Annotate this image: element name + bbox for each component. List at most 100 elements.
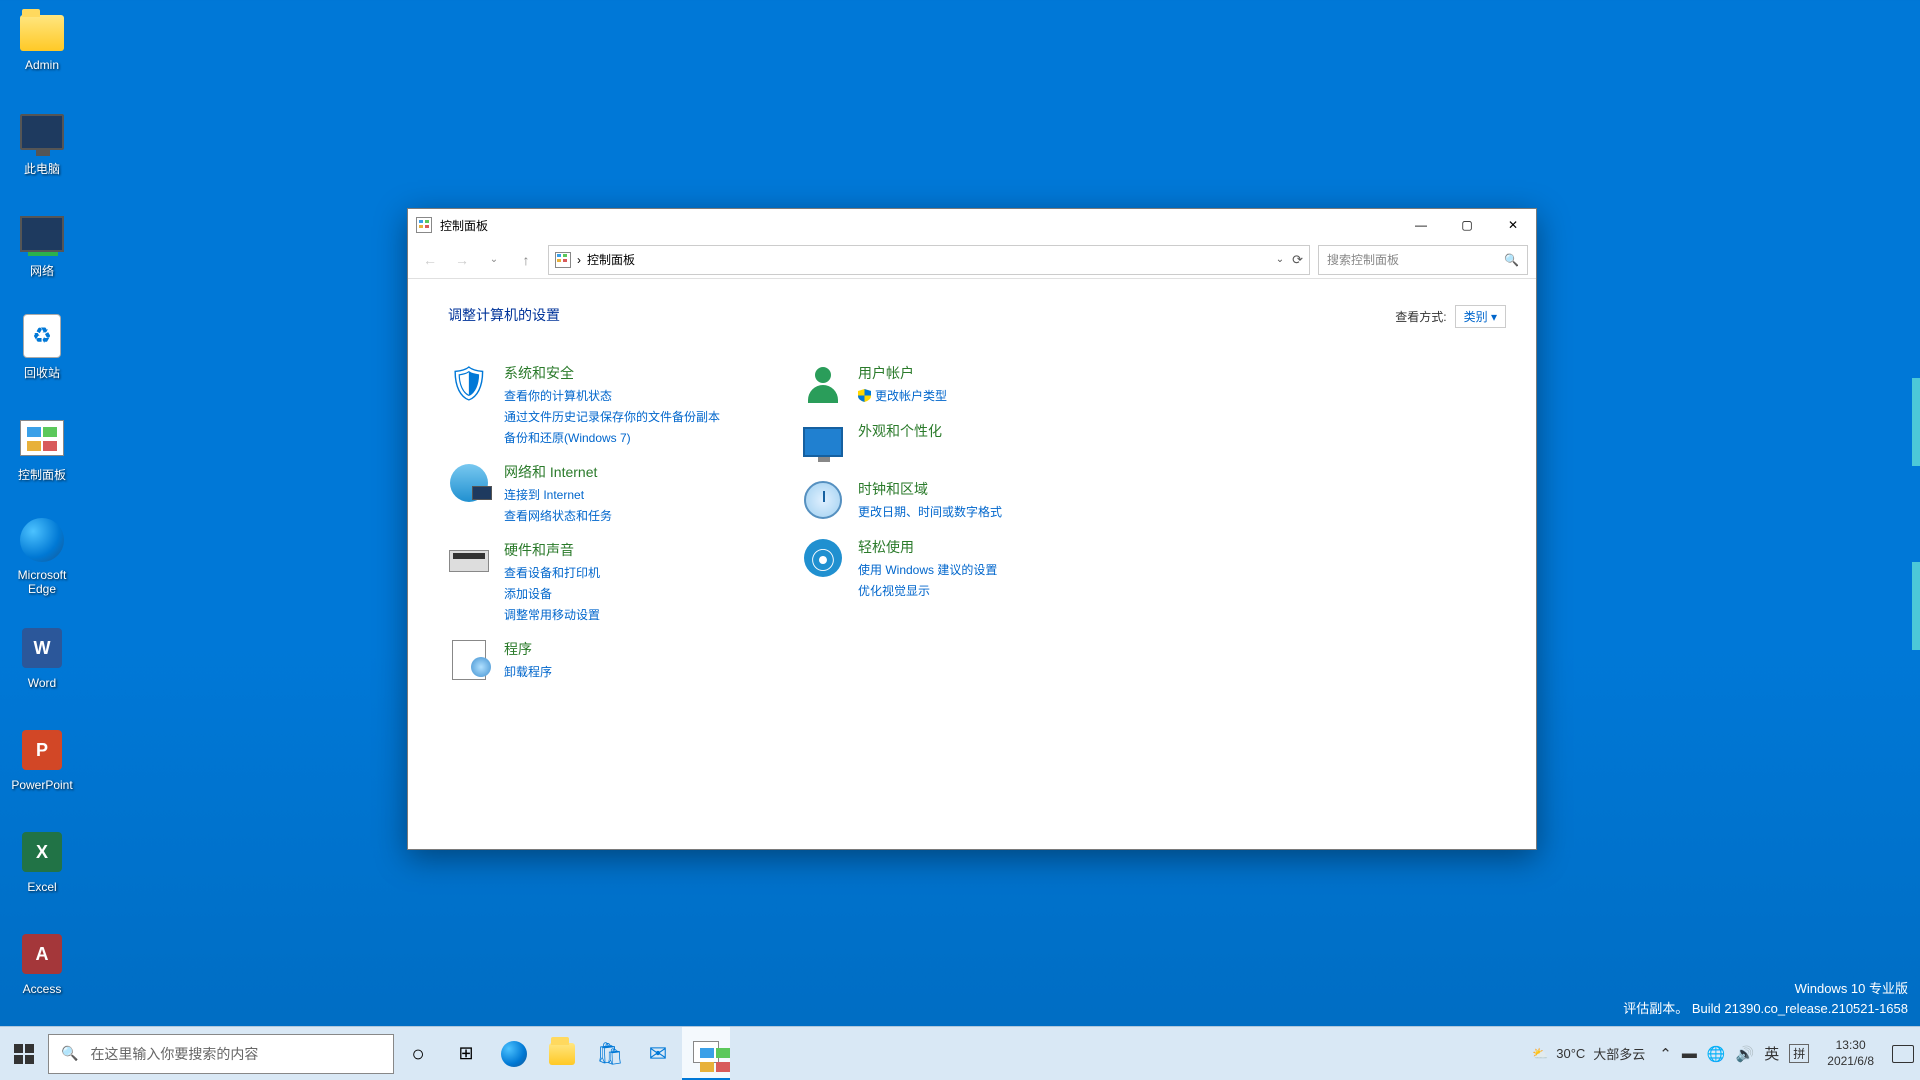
taskbar: 🔍 在这里输入你要搜索的内容 ○ ⊞ 🛍 ✉ ⛅ 30°C 大部多云 ⌃ ▬ 🌐… xyxy=(0,1026,1920,1080)
category-link[interactable]: 优化视觉显示 xyxy=(858,582,997,599)
breadcrumb-sep: › xyxy=(577,253,581,267)
category-network: 网络和 Internet 连接到 Internet 查看网络状态和任务 xyxy=(448,462,798,524)
category-title[interactable]: 硬件和声音 xyxy=(504,540,600,560)
address-actions: ⌄ ⟳ xyxy=(1276,252,1303,268)
column-right: 用户帐户 更改帐户类型 外观和个性化 时钟和区域 更改日期、时间或数字格式 xyxy=(802,363,1152,697)
desktop-icon-excel[interactable]: XExcel xyxy=(4,828,80,894)
control-panel-icon xyxy=(20,420,64,456)
taskbar-mail[interactable]: ✉ xyxy=(634,1027,682,1080)
maximize-button[interactable]: ▢ xyxy=(1444,209,1490,241)
category-title[interactable]: 网络和 Internet xyxy=(504,462,612,482)
window-title: 控制面板 xyxy=(440,217,488,234)
titlebar[interactable]: 控制面板 ― ▢ ✕ xyxy=(408,209,1536,241)
taskbar-pinned: ○ ⊞ 🛍 ✉ xyxy=(394,1027,730,1080)
category-title[interactable]: 外观和个性化 xyxy=(858,421,942,441)
date: 2021/6/8 xyxy=(1827,1054,1874,1070)
category-link[interactable]: 查看网络状态和任务 xyxy=(504,507,612,524)
control-panel-icon xyxy=(416,217,432,233)
category-title[interactable]: 时钟和区域 xyxy=(858,479,1002,499)
tray-chevron-icon[interactable]: ⌃ xyxy=(1659,1045,1672,1063)
desktop-icon-powerpoint[interactable]: P PowerPoint xyxy=(4,726,80,792)
printer-icon xyxy=(448,540,490,582)
minimize-button[interactable]: ― xyxy=(1398,209,1444,241)
category-title[interactable]: 系统和安全 xyxy=(504,363,720,383)
taskbar-edge[interactable] xyxy=(490,1027,538,1080)
desktop-icon-recycle-bin[interactable]: ♻回收站 xyxy=(4,312,80,381)
category-link[interactable]: 查看你的计算机状态 xyxy=(504,387,720,404)
desktop-icon-access[interactable]: AAccess xyxy=(4,930,80,996)
category-title[interactable]: 程序 xyxy=(504,639,552,659)
taskbar-store[interactable]: 🛍 xyxy=(586,1027,634,1080)
address-bar[interactable]: › 控制面板 ⌄ ⟳ xyxy=(548,245,1310,275)
close-button[interactable]: ✕ xyxy=(1490,209,1536,241)
category-link[interactable]: 更改日期、时间或数字格式 xyxy=(858,503,1002,520)
task-view-button[interactable]: ⊞ xyxy=(442,1027,490,1080)
search-input[interactable]: 搜索控制面板 🔍 xyxy=(1318,245,1528,275)
taskbar-search-input[interactable]: 🔍 在这里输入你要搜索的内容 xyxy=(48,1034,394,1074)
search-placeholder: 搜索控制面板 xyxy=(1327,251,1399,268)
category-link[interactable]: 备份和还原(Windows 7) xyxy=(504,429,720,446)
category-link[interactable]: 调整常用移动设置 xyxy=(504,606,600,623)
column-left: 🛡 系统和安全 查看你的计算机状态 通过文件历史记录保存你的文件备份副本 备份和… xyxy=(448,363,798,697)
refresh-button[interactable]: ⟳ xyxy=(1292,252,1303,268)
category-link[interactable]: 使用 Windows 建议的设置 xyxy=(858,561,997,578)
chevron-down-icon[interactable]: ⌄ xyxy=(1276,254,1284,265)
time: 13:30 xyxy=(1827,1038,1874,1054)
category-columns: 🛡 系统和安全 查看你的计算机状态 通过文件历史记录保存你的文件备份副本 备份和… xyxy=(448,363,1508,697)
category-link[interactable]: 连接到 Internet xyxy=(504,486,612,503)
start-button[interactable] xyxy=(0,1027,48,1080)
desktop-icon-control-panel[interactable]: 控制面板 xyxy=(4,414,80,483)
taskbar-control-panel[interactable] xyxy=(682,1027,730,1080)
ime-indicator[interactable]: 英 xyxy=(1764,1043,1779,1064)
powerpoint-icon: P xyxy=(22,730,62,770)
windows-logo-icon xyxy=(14,1044,34,1064)
control-panel-icon xyxy=(693,1041,719,1063)
view-by-dropdown[interactable]: 类别 ▾ xyxy=(1455,305,1506,328)
desktop-icon-admin[interactable]: Admin xyxy=(4,6,80,72)
desktop-icon-word[interactable]: WWord xyxy=(4,624,80,690)
category-title[interactable]: 用户帐户 xyxy=(858,363,947,383)
icon-label: PowerPoint xyxy=(4,778,80,792)
category-link[interactable]: 卸载程序 xyxy=(504,663,552,680)
category-ease-of-access: ⦿ 轻松使用 使用 Windows 建议的设置 优化视觉显示 xyxy=(802,537,1152,599)
up-button[interactable]: ↑ xyxy=(512,246,540,274)
category-link[interactable]: 添加设备 xyxy=(504,585,600,602)
breadcrumb[interactable]: 控制面板 xyxy=(587,251,635,268)
notifications-button[interactable] xyxy=(1892,1045,1914,1063)
icon-label: 控制面板 xyxy=(4,466,80,483)
volume-icon[interactable]: 🔊 xyxy=(1736,1045,1755,1063)
category-user-accounts: 用户帐户 更改帐户类型 xyxy=(802,363,1152,405)
cortana-button[interactable]: ○ xyxy=(394,1027,442,1080)
category-link[interactable]: 查看设备和打印机 xyxy=(504,564,600,581)
forward-button[interactable]: → xyxy=(448,246,476,274)
desktop-icon-network[interactable]: 网络 xyxy=(4,210,80,279)
desktop-icon-this-pc[interactable]: 此电脑 xyxy=(4,108,80,177)
network-tray-icon[interactable]: 🌐 xyxy=(1707,1045,1726,1063)
programs-icon xyxy=(448,639,490,681)
display-icon xyxy=(802,421,844,463)
clock-icon xyxy=(802,479,844,521)
weather-widget[interactable]: ⛅ 30°C 大部多云 xyxy=(1532,1044,1645,1063)
ime-mode[interactable]: 拼 xyxy=(1789,1044,1809,1063)
search-icon[interactable]: 🔍 xyxy=(1504,253,1519,267)
edge-widget-tab[interactable] xyxy=(1912,378,1920,466)
back-button[interactable]: ← xyxy=(416,246,444,274)
edge-widget-tab[interactable] xyxy=(1912,562,1920,650)
taskbar-explorer[interactable] xyxy=(538,1027,586,1080)
category-link[interactable]: 通过文件历史记录保存你的文件备份副本 xyxy=(504,408,720,425)
watermark: Windows 10 专业版 评估副本。 Build 21390.co_rele… xyxy=(1623,979,1908,1018)
icon-label: Admin xyxy=(4,58,80,72)
edge-icon xyxy=(501,1041,527,1067)
desktop-icon-edge[interactable]: Microsoft Edge xyxy=(4,516,80,596)
category-link[interactable]: 更改帐户类型 xyxy=(858,387,947,404)
shield-icon: 🛡 xyxy=(448,363,490,405)
battery-icon[interactable]: ▬ xyxy=(1682,1045,1697,1062)
watermark-line: 评估副本。 Build 21390.co_release.210521-1658 xyxy=(1623,999,1908,1019)
clock[interactable]: 13:30 2021/6/8 xyxy=(1827,1038,1874,1069)
icon-label: 此电脑 xyxy=(4,160,80,177)
edge-icon xyxy=(20,518,64,562)
category-title[interactable]: 轻松使用 xyxy=(858,537,997,557)
control-panel-window: 控制面板 ― ▢ ✕ ← → ⌄ ↑ › 控制面板 ⌄ ⟳ 搜索控制面板 🔍 调… xyxy=(407,208,1537,850)
category-appearance: 外观和个性化 xyxy=(802,421,1152,463)
recent-button[interactable]: ⌄ xyxy=(480,246,508,274)
